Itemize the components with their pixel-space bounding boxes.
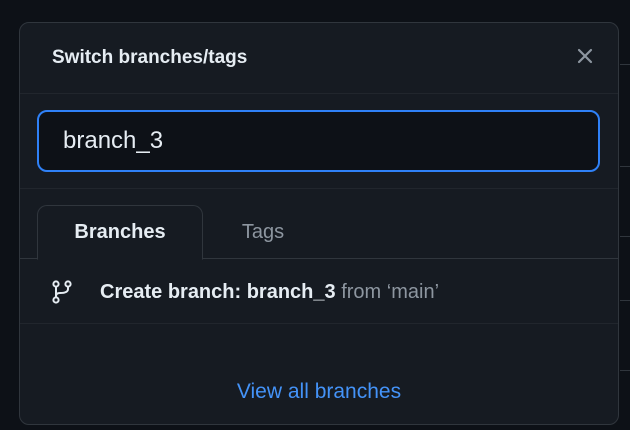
tab-branches[interactable]: Branches <box>37 205 203 260</box>
branch-search-input[interactable] <box>37 110 600 172</box>
tab-tags[interactable]: Tags <box>220 205 306 259</box>
create-branch-name: branch_3 <box>246 281 336 303</box>
close-icon <box>577 48 593 64</box>
background-divider <box>620 236 630 237</box>
dialog-title: Switch branches/tags <box>52 47 248 68</box>
tab-branches-label: Branches <box>74 221 166 243</box>
background-divider <box>620 300 630 301</box>
tab-bar: Branches Tags <box>20 205 618 260</box>
dialog-header: Switch branches/tags <box>20 23 618 93</box>
switch-branches-dialog: Switch branches/tags Branches Tags Creat… <box>19 22 619 425</box>
search-section <box>20 93 618 189</box>
background-divider <box>620 166 630 167</box>
git-branch-icon <box>52 280 72 304</box>
view-all-branches-link[interactable]: View all branches <box>20 380 618 404</box>
background-divider <box>620 64 630 65</box>
tab-tags-label: Tags <box>241 220 285 243</box>
create-branch-prefix: Create branch: <box>100 281 247 303</box>
create-branch-text: Create branch: branch_3 from ‘main’ <box>100 281 439 304</box>
create-branch-source: from ‘main’ <box>335 281 440 303</box>
close-button[interactable] <box>572 43 598 69</box>
background-divider <box>620 370 630 371</box>
create-branch-item[interactable]: Create branch: branch_3 from ‘main’ <box>20 260 618 324</box>
